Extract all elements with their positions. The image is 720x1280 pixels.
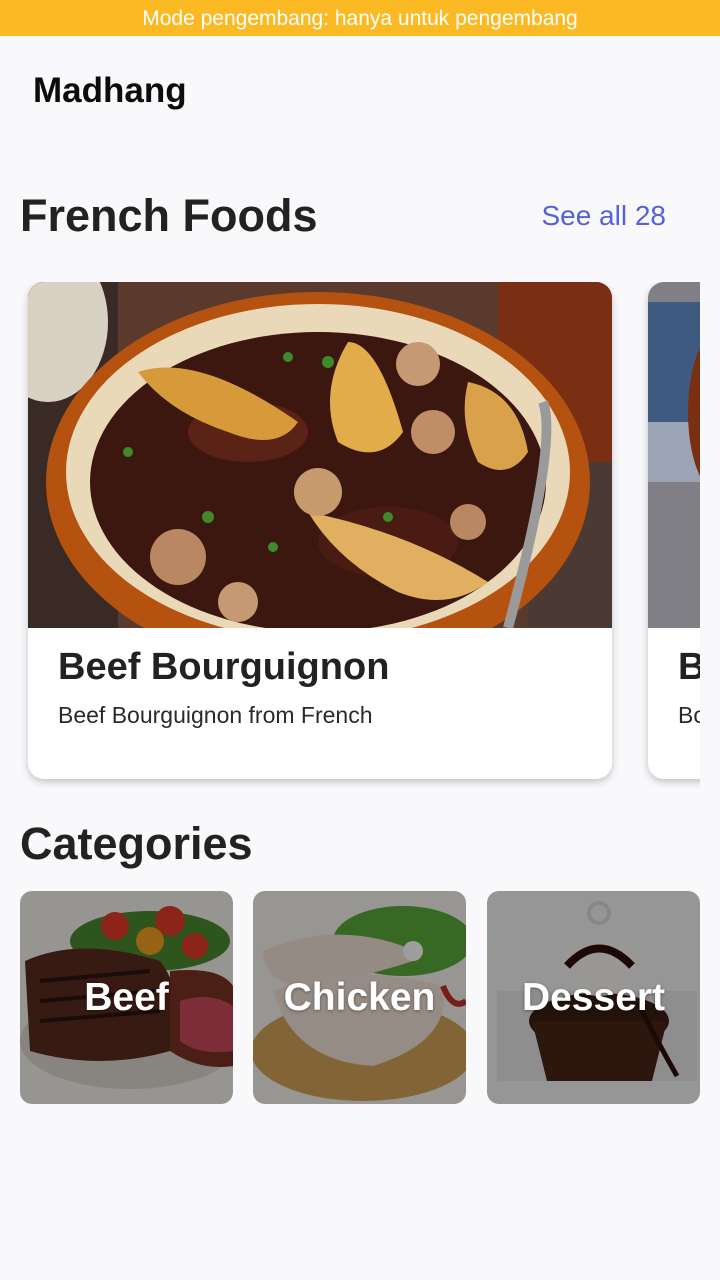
categories-heading: Categories xyxy=(20,818,253,869)
category-label: Dessert xyxy=(521,975,666,1019)
category-label: Beef xyxy=(84,975,169,1019)
food-card-title: Beef Bourguignon xyxy=(58,646,390,688)
category-tile-beef[interactable]: Beef xyxy=(20,891,233,1104)
category-tile-dessert[interactable]: Dessert xyxy=(487,891,700,1104)
see-all-link[interactable]: See all 28 xyxy=(541,200,666,232)
food-card-subtitle: Bo xyxy=(678,702,700,728)
dish-photo xyxy=(648,282,700,628)
french-foods-carousel[interactable]: Beef Bourguignon Beef Bourguignon from F… xyxy=(0,282,700,792)
food-card-title: B xyxy=(678,646,700,688)
developer-mode-banner: Mode pengembang: hanya untuk pengembang xyxy=(0,0,720,36)
food-card[interactable]: B Bo xyxy=(648,282,700,779)
food-card[interactable]: Beef Bourguignon Beef Bourguignon from F… xyxy=(28,282,612,779)
category-tile-chicken[interactable]: Chicken xyxy=(253,891,466,1104)
french-foods-heading: French Foods xyxy=(20,190,318,241)
food-card-subtitle: Beef Bourguignon from French xyxy=(58,702,373,728)
beef-bourguignon-photo xyxy=(28,282,612,628)
category-label: Chicken xyxy=(283,975,436,1019)
app-title: Madhang xyxy=(33,71,187,110)
